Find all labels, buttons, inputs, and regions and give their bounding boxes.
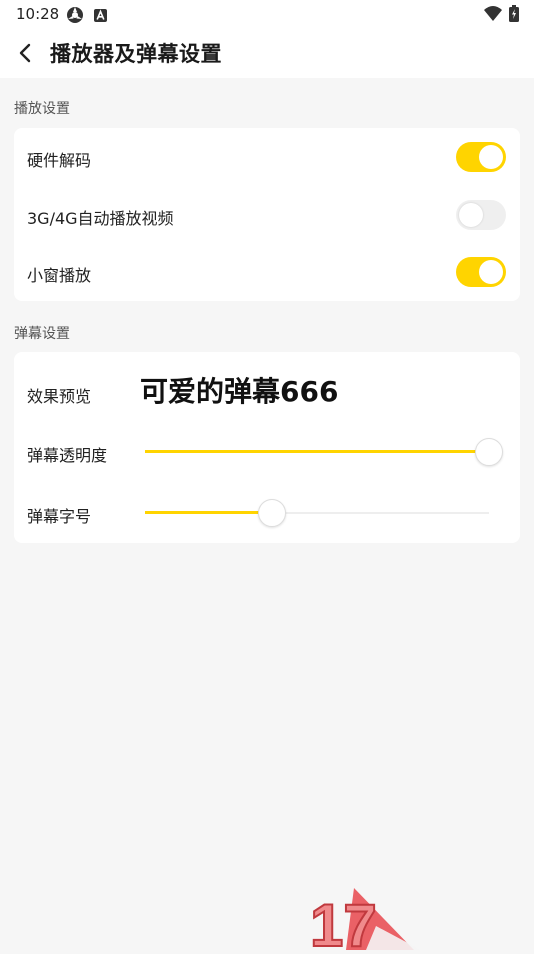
toggle-knob [479, 260, 503, 284]
hardware-decoding-label: 硬件解码 [27, 151, 92, 170]
slider-thumb[interactable] [475, 438, 503, 466]
status-time: 10:28 [16, 5, 60, 23]
slider-fill [145, 450, 489, 453]
opacity-label: 弹幕透明度 [27, 446, 108, 465]
playback-settings-card: 硬件解码 3G/4G自动播放视频 小窗播放 [14, 128, 520, 301]
mini-window-toggle[interactable] [456, 257, 506, 287]
page-title: 播放器及弹幕设置 [50, 42, 222, 66]
sync-icon [66, 6, 84, 28]
section-label-playback: 播放设置 [14, 101, 70, 117]
slider-thumb[interactable] [258, 499, 286, 527]
chevron-left-icon [19, 43, 31, 63]
opacity-slider[interactable] [145, 437, 503, 467]
toggle-knob [459, 203, 483, 227]
watermark-logo: 17 [306, 886, 426, 954]
font-size-slider[interactable] [145, 498, 489, 528]
font-size-label: 弹幕字号 [27, 507, 92, 526]
app-bar: 播放器及弹幕设置 [0, 28, 534, 78]
hardware-decoding-toggle[interactable] [456, 142, 506, 172]
slider-fill [145, 511, 272, 514]
battery-icon [509, 5, 519, 26]
preview-label: 效果预览 [27, 387, 92, 406]
status-bar: 10:28 [0, 0, 534, 28]
mini-window-label: 小窗播放 [27, 266, 92, 285]
svg-text:17: 17 [310, 892, 377, 950]
danmaku-settings-card: 效果预览 可爱的弹幕666 弹幕透明度 弹幕字号 [14, 352, 520, 543]
toggle-knob [479, 145, 503, 169]
danmaku-preview-text: 可爱的弹幕666 [140, 375, 339, 408]
notification-a-icon [94, 7, 107, 26]
wifi-icon [484, 6, 502, 26]
section-label-danmaku: 弹幕设置 [14, 326, 70, 342]
back-button[interactable] [14, 38, 42, 68]
autoplay-3g4g-toggle[interactable] [456, 200, 506, 230]
autoplay-3g4g-label: 3G/4G自动播放视频 [27, 209, 174, 228]
